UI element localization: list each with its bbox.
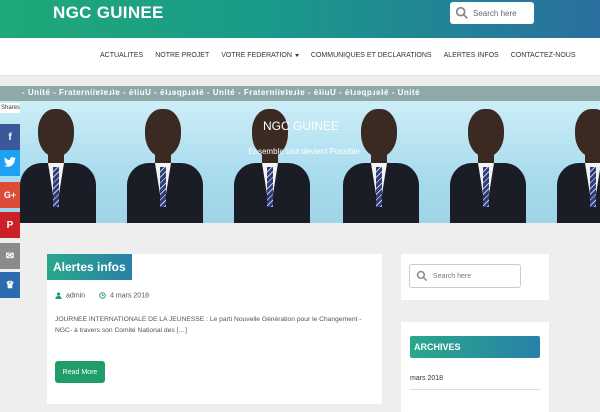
ticker-text: - Unité - Fraterniiɐʇɐɹʇɐ - ėʇiuU - ėʇɹǝ… <box>22 88 421 97</box>
chevron-down-icon <box>294 53 299 57</box>
header-search-placeholder: Search here <box>473 8 517 18</box>
archives-title: ARCHIVES <box>410 336 540 358</box>
site-title[interactable]: NGC GUINEE <box>53 3 164 23</box>
post-date-text: 4 mars 2018 <box>110 292 149 300</box>
nav-item-communiques[interactable]: COMMUNIQUES ET DECLARATIONS <box>311 52 432 59</box>
banner-subtitle: Ensemble tout devient Possible <box>248 147 360 156</box>
crown-icon: ♛ <box>5 279 15 291</box>
main-nav: ACTUALITES NOTRE PROJET VOTRE FEDERATION… <box>0 38 600 76</box>
share-email-button[interactable]: ✉ <box>0 243 20 269</box>
read-more-button[interactable]: Read More <box>55 361 105 383</box>
sidebar-search-widget: Search here <box>401 254 549 300</box>
hero-banner: NGC GUINEE Ensemble tout devient Possibl… <box>0 101 600 223</box>
share-label: Shares <box>0 103 21 113</box>
share-twitter-button[interactable] <box>0 150 20 176</box>
post-card: Alertes infos admin 4 mars 2018 JOURNEE … <box>47 254 382 404</box>
nav-item-alertes-infos[interactable]: ALERTES INFOS <box>444 52 499 59</box>
sidebar-search-input[interactable]: Search here <box>409 264 521 288</box>
search-icon <box>455 6 468 19</box>
share-facebook-button[interactable]: f <box>0 124 20 150</box>
email-icon: ✉ <box>5 250 15 262</box>
post-author-name: admin <box>66 292 86 300</box>
banner-title: NGC GUINEE <box>262 119 339 133</box>
nav-item-label: VOTRE FEDERATION <box>221 52 292 59</box>
site-header: NGC GUINEE Search here <box>0 0 600 38</box>
share-pinterest-button[interactable]: P <box>0 212 20 238</box>
post-author[interactable]: admin <box>55 292 85 299</box>
clock-icon <box>99 292 106 299</box>
nav-item-contactez-nous[interactable]: CONTACTEZ-NOUS <box>511 52 576 59</box>
share-more-button[interactable]: ♛ <box>0 272 20 298</box>
search-icon <box>416 270 428 282</box>
share-google-plus-button[interactable]: G+ <box>0 182 20 208</box>
news-ticker: - Unité - Fraterniiɐʇɐɹʇɐ - ėʇiuU - ėʇɹǝ… <box>0 86 600 101</box>
google-plus-icon: G+ <box>3 190 17 200</box>
user-icon <box>55 292 62 299</box>
divider <box>410 389 540 390</box>
post-category-title[interactable]: Alertes infos <box>47 254 132 280</box>
post-meta: admin 4 mars 2018 <box>55 292 149 299</box>
sidebar-search-placeholder: Search here <box>433 272 472 280</box>
facebook-icon: f <box>8 131 12 143</box>
archive-link[interactable]: mars 2018 <box>410 375 443 382</box>
header-search-input[interactable]: Search here <box>450 2 534 24</box>
twitter-icon <box>4 156 16 170</box>
nav-item-actualites[interactable]: ACTUALITES <box>100 52 143 59</box>
archives-widget: ARCHIVES mars 2018 <box>401 322 549 412</box>
post-date: 4 mars 2018 <box>99 292 149 299</box>
post-excerpt: JOURNEE INTERNATIONALE DE LA JEUNESSE : … <box>55 316 362 334</box>
pinterest-icon: P <box>6 219 14 231</box>
nav-item-notre-projet[interactable]: NOTRE PROJET <box>155 52 209 59</box>
nav-item-votre-federation[interactable]: VOTRE FEDERATION <box>221 52 299 59</box>
